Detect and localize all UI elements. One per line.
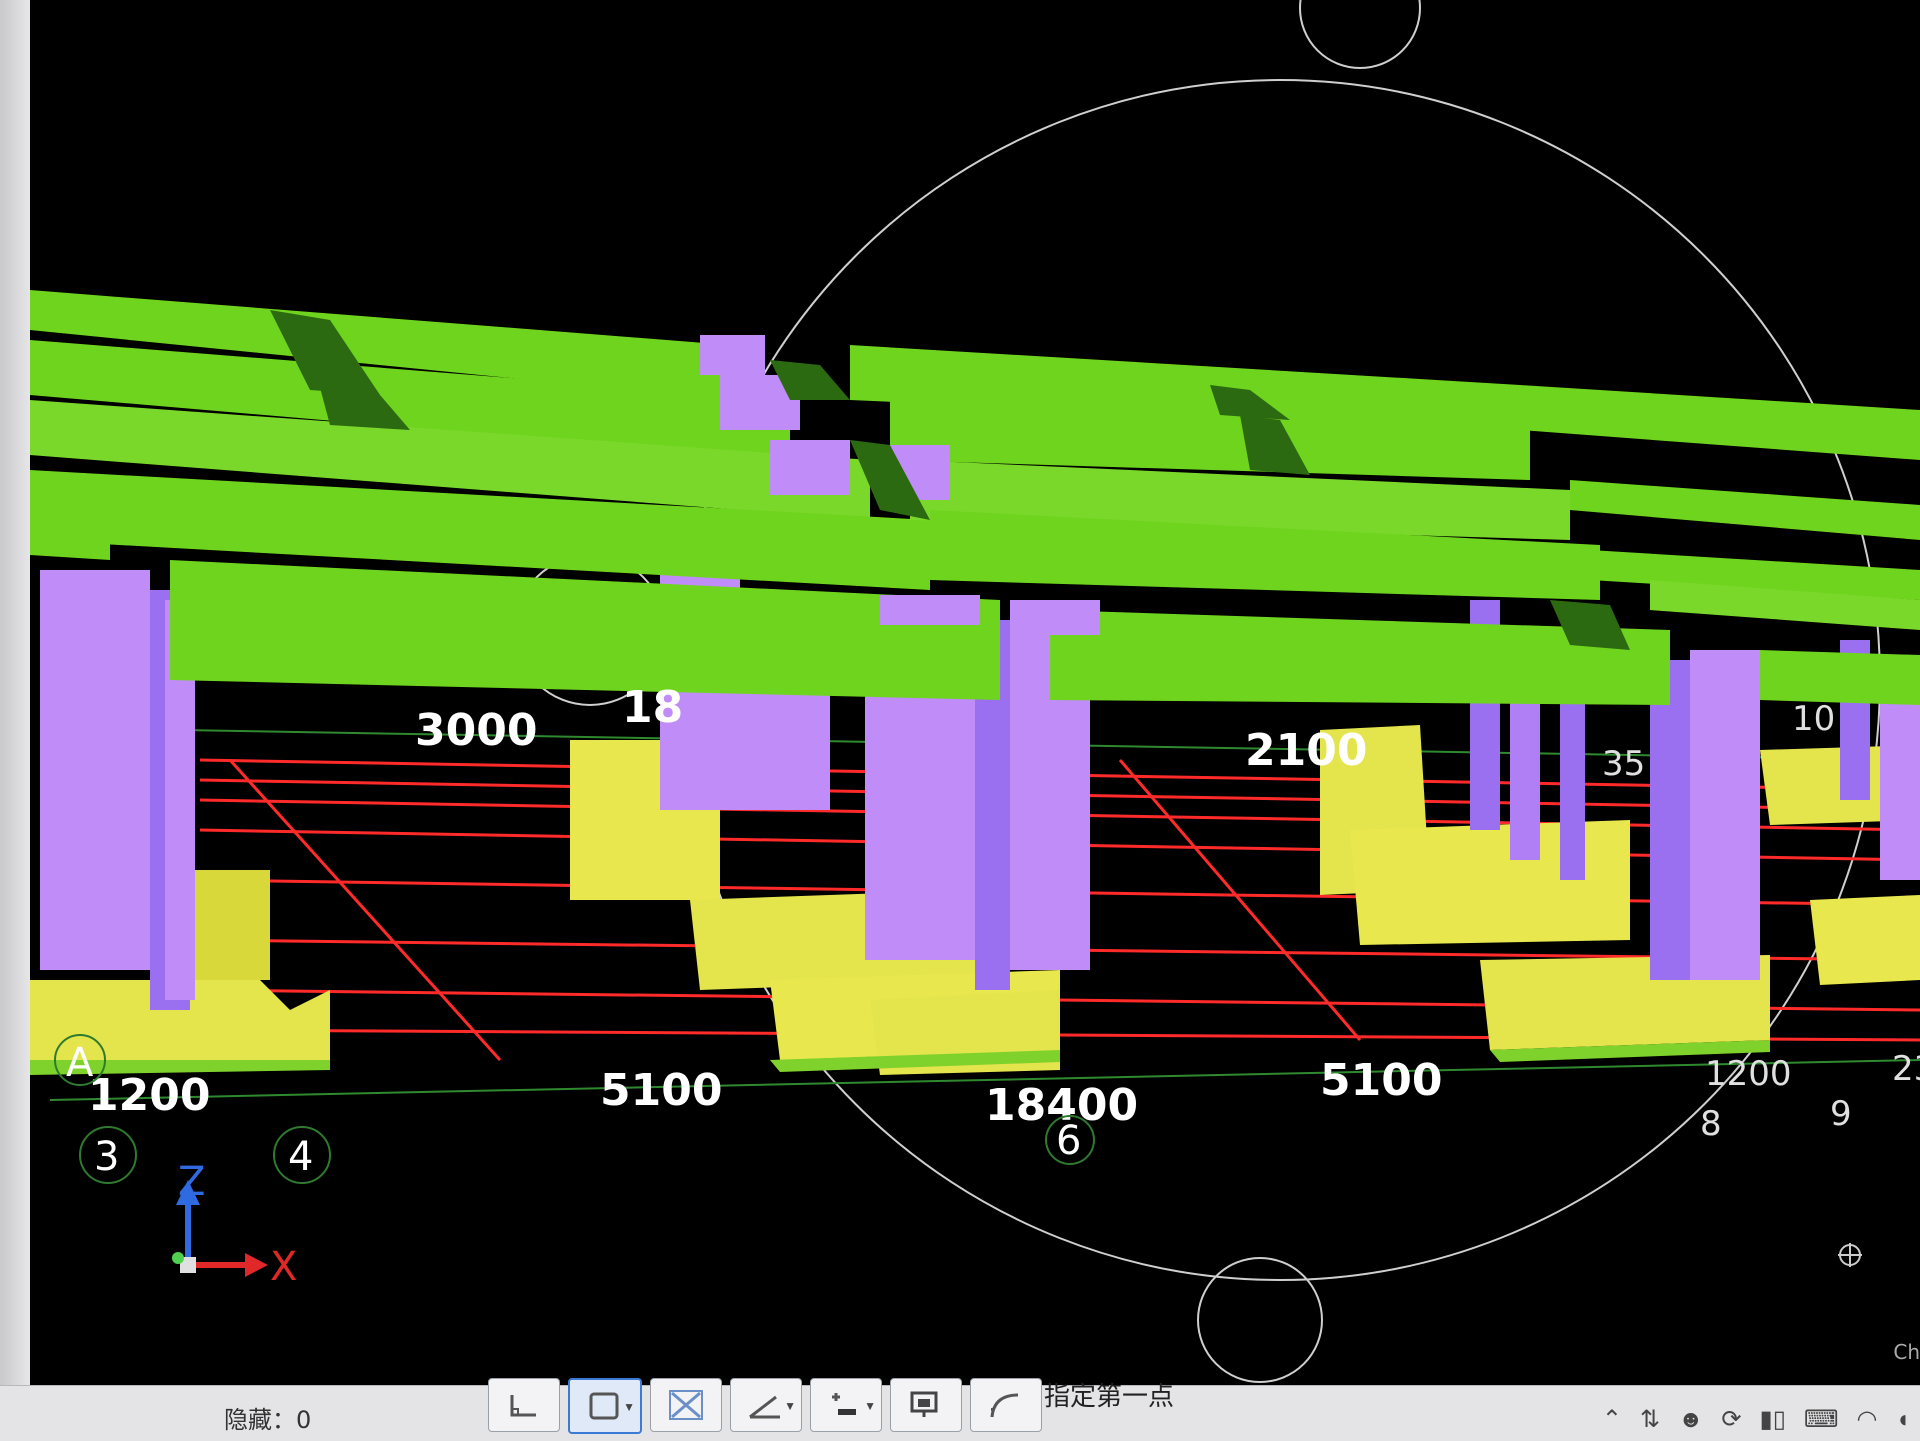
- angle-icon: [749, 1395, 780, 1419]
- dim-1200-right: 1200: [1705, 1054, 1792, 1094]
- orbit-handle-bottom[interactable]: [1197, 1257, 1323, 1383]
- chevron-down-icon[interactable]: ▼: [784, 1399, 796, 1413]
- offset-button[interactable]: ▼: [810, 1378, 882, 1432]
- view-button[interactable]: [890, 1378, 962, 1432]
- command-prompt: 指定第一点: [1044, 1382, 1175, 1412]
- user-icon[interactable]: ☻: [1678, 1406, 1703, 1434]
- keyboard-icon[interactable]: ⌨: [1804, 1405, 1839, 1434]
- chart-icon[interactable]: ▮▯: [1759, 1405, 1785, 1434]
- select-rectangle-icon: [589, 1392, 619, 1420]
- input-method-label: Ch: [1893, 1340, 1920, 1364]
- axis-label-4: 4: [288, 1134, 313, 1180]
- axis-label-6: 6: [1056, 1118, 1081, 1164]
- chevron-up-icon[interactable]: ⌃: [1602, 1405, 1622, 1434]
- offset-icon: [832, 1393, 856, 1415]
- model-3d-viewport[interactable]: 3000 18 2100 35 10 1200 5100 18400 5100 …: [30, 0, 1920, 1385]
- system-tray: ⌃ ⇅ ☻ ⟳ ▮▯ ⌨ ◠ ◖: [1602, 1405, 1910, 1434]
- dim-2100: 2100: [1245, 725, 1367, 776]
- axis-x-label: X: [270, 1244, 297, 1290]
- angle-button[interactable]: ▼: [730, 1378, 802, 1432]
- dim-partial-10: 10: [1792, 699, 1835, 739]
- ortho-button[interactable]: [488, 1378, 560, 1432]
- chevron-down-icon[interactable]: ▼: [864, 1399, 876, 1413]
- window-edge: [0, 0, 30, 1440]
- dim-3000: 3000: [415, 705, 537, 756]
- wifi-icon[interactable]: ◠: [1857, 1405, 1878, 1434]
- sync-icon[interactable]: ⟳: [1721, 1405, 1741, 1434]
- axis-z-label: Z: [178, 1159, 205, 1205]
- curve-button[interactable]: [970, 1378, 1042, 1432]
- dim-5100-left: 5100: [600, 1065, 722, 1116]
- orbit-handle-top[interactable]: [1299, 0, 1421, 69]
- navigation-gizmo-icon[interactable]: [1838, 1243, 1862, 1267]
- hidden-count-label: 隐藏：0: [224, 1406, 312, 1434]
- structure-3d-scene[interactable]: 3000 18 2100 35 10 1200 5100 18400 5100 …: [30, 0, 1920, 1385]
- sort-icon[interactable]: ⇅: [1640, 1405, 1660, 1434]
- axis-label-A: A: [66, 1040, 94, 1086]
- drawing-toolbar: ▼ ▼ ▼: [488, 1378, 1042, 1434]
- ortho-icon: [510, 1395, 536, 1417]
- dim-1200-left: 1200: [88, 1070, 210, 1121]
- axis-label-9: 9: [1830, 1094, 1852, 1134]
- curve-icon: [990, 1393, 1019, 1418]
- volume-icon[interactable]: ◖: [1896, 1406, 1911, 1434]
- dim-partial-35: 35: [1602, 744, 1645, 784]
- dim-partial-18: 18: [622, 682, 683, 733]
- chevron-down-icon[interactable]: ▼: [623, 1400, 635, 1414]
- app-window: 3000 18 2100 35 10 1200 5100 18400 5100 …: [0, 0, 1920, 1441]
- axis-label-3: 3: [94, 1134, 119, 1180]
- cross-select-icon: [669, 1390, 703, 1420]
- cross-select-button[interactable]: [650, 1378, 722, 1432]
- ucs-axis-icon: Z X: [172, 1159, 297, 1290]
- select-rectangle-button[interactable]: ▼: [568, 1378, 642, 1434]
- view-icon: [910, 1391, 938, 1417]
- dim-2300: 230: [1892, 1049, 1920, 1089]
- axis-label-8: 8: [1700, 1104, 1722, 1144]
- beams: [30, 290, 1920, 705]
- dim-5100-right: 5100: [1320, 1055, 1442, 1106]
